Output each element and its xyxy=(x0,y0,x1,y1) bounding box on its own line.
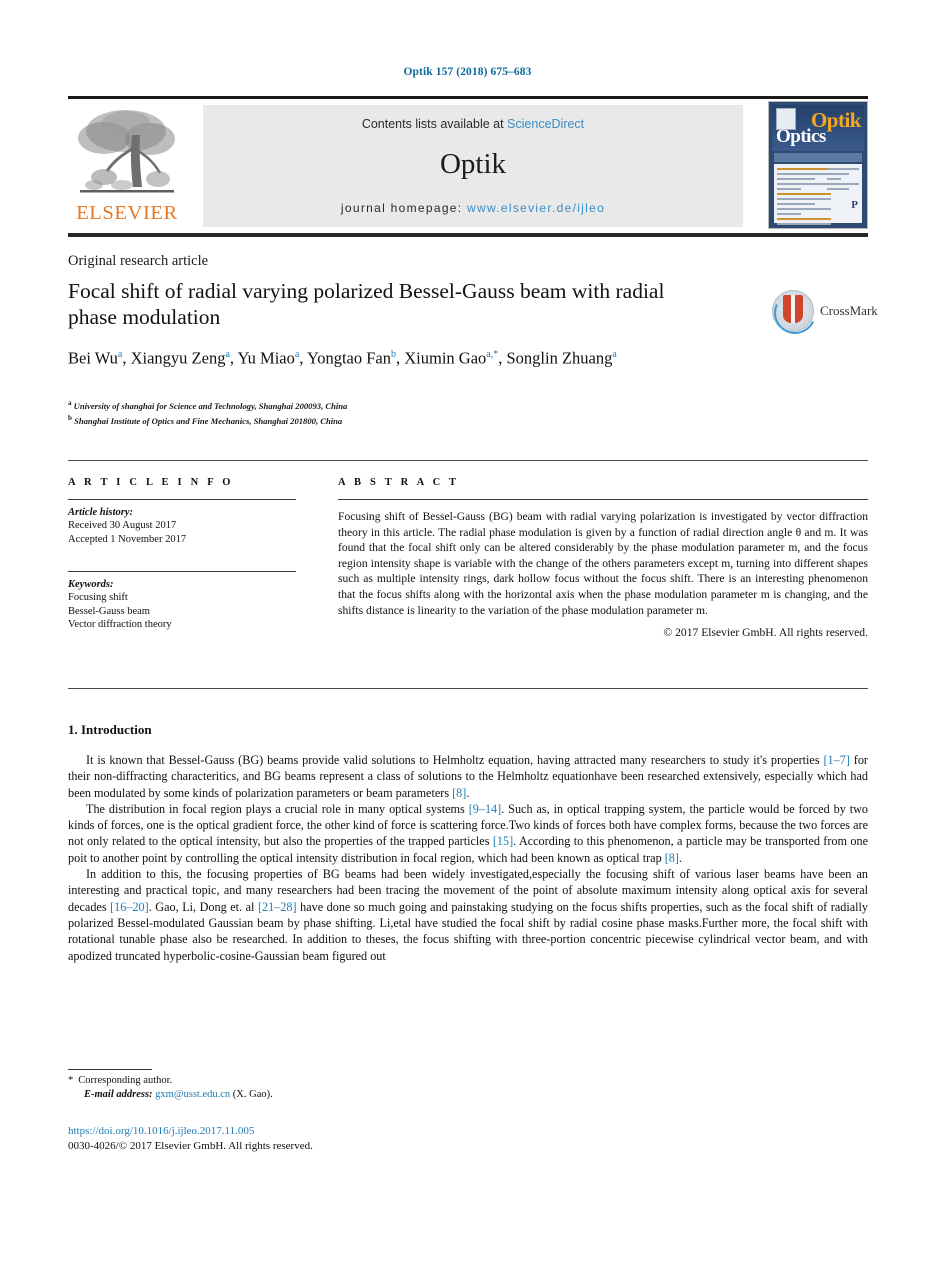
affiliation-list: a University of shanghai for Science and… xyxy=(68,397,718,428)
elsevier-wordmark: ELSEVIER xyxy=(76,202,178,224)
masthead-bottom-rule xyxy=(68,233,868,237)
contents-prefix: Contents lists available at xyxy=(361,117,508,131)
corresponding-author-text: Corresponding author. xyxy=(78,1075,173,1086)
journal-cover-thumbnail: Optik Optics P xyxy=(768,101,868,229)
affiliation-item: b Shanghai Institute of Optics and Fine … xyxy=(68,412,718,427)
section-title-introduction: 1. Introduction xyxy=(68,722,152,737)
abstract-copyright: © 2017 Elsevier GmbH. All rights reserve… xyxy=(663,626,868,640)
article-info-heading: A R T I C L E I N F O xyxy=(68,477,234,488)
doi-link[interactable]: https://doi.org/10.1016/j.ijleo.2017.11.… xyxy=(68,1125,254,1137)
keywords-label: Keywords: xyxy=(68,579,114,590)
journal-homepage-line: journal homepage: www.elsevier.de/ijleo xyxy=(203,201,743,215)
masthead: ELSEVIER Contents lists available at Sci… xyxy=(68,101,868,229)
email-owner: (X. Gao). xyxy=(232,1089,273,1100)
article-history-block: Article history: Received 30 August 2017… xyxy=(68,500,296,546)
article-title: Focal shift of radial varying polarized … xyxy=(68,279,665,329)
sciencedirect-link[interactable]: ScienceDirect xyxy=(507,117,584,131)
contents-available-line: Contents lists available at ScienceDirec… xyxy=(203,117,743,131)
corresponding-author-marker: * xyxy=(68,1075,74,1086)
article-history-received: Received 30 August 2017 xyxy=(68,520,177,531)
keyword-item: Focusing shift xyxy=(68,592,128,603)
running-head: Optik 157 (2018) 675–683 xyxy=(403,66,532,78)
email-link[interactable]: gxm@usst.edu.cn xyxy=(155,1089,230,1100)
crossmark-icon xyxy=(768,286,822,340)
info-band-top-rule xyxy=(68,460,868,461)
affiliation-marker: a xyxy=(68,399,72,407)
elsevier-logo: ELSEVIER xyxy=(68,105,186,227)
keywords-block: Keywords: Focusing shift Bessel-Gauss be… xyxy=(68,572,296,632)
affiliation-marker: b xyxy=(68,414,72,423)
corresponding-author-footnote: * Corresponding author. E-mail address: g… xyxy=(68,1074,488,1102)
article-type-label: Original research article xyxy=(68,253,209,269)
homepage-prefix: journal homepage: xyxy=(340,201,468,215)
contents-band: Contents lists available at ScienceDirec… xyxy=(203,105,743,227)
corresponding-author-line: * Corresponding author. xyxy=(68,1074,488,1088)
affiliation-text: University of shanghai for Science and T… xyxy=(73,400,348,411)
crossmark-label: CrossMark xyxy=(820,303,878,318)
affiliation-text: Shanghai Institute of Optics and Fine Me… xyxy=(74,416,343,427)
cover-page-mark: P xyxy=(851,199,858,211)
email-label: E-mail address: xyxy=(84,1089,153,1100)
keyword-item: Vector diffraction theory xyxy=(68,619,172,630)
abstract-text: Focusing shift of Bessel-Gauss (BG) beam… xyxy=(338,510,868,617)
footnote-rule xyxy=(68,1069,152,1070)
article-history-label: Article history: xyxy=(68,507,134,518)
cover-title-optics: Optics xyxy=(776,126,826,147)
author-list: Bei Wua, Xiangyu Zenga, Yu Miaoa, Yongta… xyxy=(68,348,617,368)
abstract-heading: A B S T R A C T xyxy=(338,477,460,488)
affiliation-item: a University of shanghai for Science and… xyxy=(68,397,718,412)
crossmark-badge[interactable]: CrossMark xyxy=(768,286,878,340)
introduction-body: It is known that Bessel-Gauss (BG) beams… xyxy=(68,752,868,964)
article-history-accepted: Accepted 1 November 2017 xyxy=(68,533,187,545)
journal-article-page: Optik 157 (2018) 675–683 ELSEVIER Conten… xyxy=(0,0,935,1266)
body-paragraph: In addition to this, the focusing proper… xyxy=(68,867,868,963)
body-paragraph: The distribution in focal region plays a… xyxy=(68,801,868,865)
body-paragraph: It is known that Bessel-Gauss (BG) beams… xyxy=(68,753,868,800)
abstract-column: A B S T R A C T Focusing shift of Bessel… xyxy=(338,477,868,639)
info-band-bottom-rule xyxy=(68,688,868,689)
journal-homepage-link[interactable]: www.elsevier.de/ijleo xyxy=(467,201,605,215)
journal-title: Optik xyxy=(439,148,507,180)
issn-copyright-line: 0030-4026/© 2017 Elsevier GmbH. All righ… xyxy=(68,1140,313,1152)
masthead-top-rule xyxy=(68,96,868,99)
email-line: E-mail address: gxm@usst.edu.cn (X. Gao)… xyxy=(68,1088,488,1102)
elsevier-tree-icon xyxy=(78,110,175,193)
article-info-column: A R T I C L E I N F O Article history: R… xyxy=(68,477,296,632)
keyword-item: Bessel-Gauss beam xyxy=(68,605,150,617)
